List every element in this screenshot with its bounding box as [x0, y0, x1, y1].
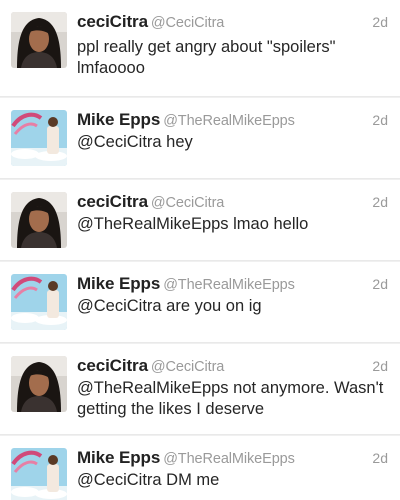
tweet-text: @CeciCitra are you on ig — [77, 296, 387, 317]
tweet-text-line: ppl really get angry about "spoilers" — [77, 38, 336, 56]
tweet-text-line: @CeciCitra hey — [77, 133, 193, 151]
tweet-author[interactable]: ceciCitra @CeciCitra — [77, 192, 224, 212]
tweet-author[interactable]: ceciCitra @CeciCitra — [77, 12, 224, 32]
author-name[interactable]: ceciCitra — [77, 12, 148, 31]
tweet-text: ppl really get angry about "spoilers" lm… — [77, 37, 387, 79]
avatar[interactable] — [11, 192, 67, 248]
tweet-timestamp[interactable]: 2d — [372, 450, 388, 466]
woman-portrait-avatar-icon — [11, 12, 67, 68]
avatar[interactable] — [11, 110, 67, 166]
tweet-author[interactable]: ceciCitra @CeciCitra — [77, 356, 224, 376]
tweet-text: @TheRealMikeEpps lmao hello — [77, 214, 387, 235]
author-handle[interactable]: @CeciCitra — [151, 359, 224, 375]
tweet-text: @CeciCitra DM me — [77, 470, 387, 491]
tweet-text-line: @CeciCitra DM me — [77, 471, 220, 489]
album-art-avatar-icon — [11, 274, 67, 330]
album-art-avatar-icon — [11, 448, 67, 500]
tweet-text: @CeciCitra hey — [77, 132, 387, 153]
tweet-item[interactable]: ceciCitra @CeciCitra 2d @TheRealMikeEpps … — [0, 180, 400, 260]
tweet-text-line: getting the likes I deserve — [77, 400, 265, 418]
author-name[interactable]: Mike Epps — [77, 448, 160, 467]
author-name[interactable]: Mike Epps — [77, 274, 160, 293]
tweet-timestamp[interactable]: 2d — [372, 112, 388, 128]
tweet-timestamp[interactable]: 2d — [372, 14, 388, 30]
tweet-timestamp[interactable]: 2d — [372, 276, 388, 292]
woman-portrait-avatar-icon — [11, 192, 67, 248]
tweet-text-line: @TheRealMikeEpps lmao hello — [77, 215, 309, 233]
tweet-author[interactable]: Mike Epps @TheRealMikeEpps — [77, 110, 295, 130]
tweet-item[interactable]: Mike Epps @TheRealMikeEpps 2d @CeciCitra … — [0, 262, 400, 342]
tweet-timeline: ceciCitra @CeciCitra 2d ppl really get an… — [0, 0, 400, 500]
author-handle[interactable]: @TheRealMikeEpps — [163, 113, 295, 129]
author-name[interactable]: ceciCitra — [77, 192, 148, 211]
tweet-item[interactable]: ceciCitra @CeciCitra 2d ppl really get an… — [0, 0, 400, 96]
avatar[interactable] — [11, 356, 67, 412]
author-handle[interactable]: @TheRealMikeEpps — [163, 451, 295, 467]
tweet-author[interactable]: Mike Epps @TheRealMikeEpps — [77, 448, 295, 468]
tweet-timestamp[interactable]: 2d — [372, 194, 388, 210]
tweet-author[interactable]: Mike Epps @TheRealMikeEpps — [77, 274, 295, 294]
tweet-text-line: lmfaoooo — [77, 59, 145, 77]
tweet-text-line: @CeciCitra are you on ig — [77, 297, 262, 315]
tweet-text: @TheRealMikeEpps not anymore. Wasn't get… — [77, 378, 387, 420]
tweet-item[interactable]: ceciCitra @CeciCitra 2d @TheRealMikeEpps … — [0, 344, 400, 434]
tweet-item[interactable]: Mike Epps @TheRealMikeEpps 2d @CeciCitra … — [0, 436, 400, 500]
tweet-timestamp[interactable]: 2d — [372, 358, 388, 374]
author-name[interactable]: ceciCitra — [77, 356, 148, 375]
avatar[interactable] — [11, 274, 67, 330]
author-name[interactable]: Mike Epps — [77, 110, 160, 129]
avatar[interactable] — [11, 12, 67, 68]
woman-portrait-avatar-icon — [11, 356, 67, 412]
avatar[interactable] — [11, 448, 67, 500]
author-handle[interactable]: @CeciCitra — [151, 15, 224, 31]
author-handle[interactable]: @CeciCitra — [151, 195, 224, 211]
tweet-text-line: @TheRealMikeEpps not anymore. Wasn't — [77, 379, 384, 397]
tweet-item[interactable]: Mike Epps @TheRealMikeEpps 2d @CeciCitra … — [0, 98, 400, 178]
album-art-avatar-icon — [11, 110, 67, 166]
author-handle[interactable]: @TheRealMikeEpps — [163, 277, 295, 293]
